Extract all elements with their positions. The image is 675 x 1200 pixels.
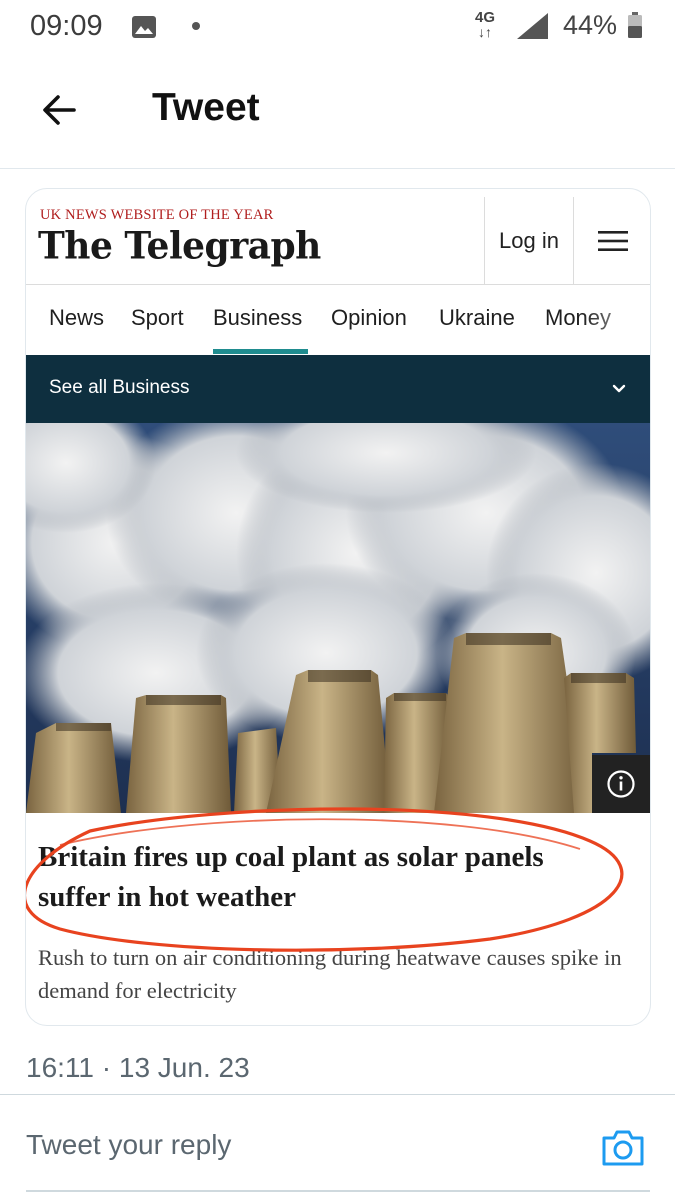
- see-all-label: See all Business: [49, 377, 190, 398]
- nav-sport[interactable]: Sport: [131, 305, 184, 331]
- app-header: Tweet: [0, 56, 675, 169]
- signal-icon: [517, 13, 548, 39]
- see-all-business-bar[interactable]: See all Business: [26, 355, 650, 423]
- camera-icon[interactable]: [600, 1128, 646, 1168]
- reply-bar: Tweet your reply: [0, 1094, 675, 1190]
- nav-ukraine[interactable]: Ukraine: [439, 305, 515, 331]
- nav-fade: [582, 285, 650, 355]
- telegraph-logo: The Telegraph: [38, 223, 321, 269]
- reply-underline: [26, 1190, 650, 1192]
- battery-percentage: 44%: [563, 10, 618, 40]
- chevron-down-icon: [612, 384, 626, 393]
- article-card[interactable]: UK NEWS WEBSITE OF THE YEAR The Telegrap…: [25, 188, 651, 1026]
- nav-news[interactable]: News: [49, 305, 104, 331]
- back-arrow-icon[interactable]: [38, 89, 80, 131]
- telegraph-header: UK NEWS WEBSITE OF THE YEAR The Telegrap…: [26, 189, 650, 285]
- article-headline[interactable]: Britain fires up coal plant as solar pan…: [38, 837, 578, 917]
- network-arrows-icon: ↓↑: [478, 24, 492, 40]
- article-standfirst: Rush to turn on air conditioning during …: [38, 945, 622, 1003]
- status-time: 09:09: [30, 10, 103, 42]
- tagline: UK NEWS WEBSITE OF THE YEAR: [40, 207, 274, 223]
- photo-info-button[interactable]: [592, 755, 650, 813]
- section-nav: News Sport Business Opinion Ukraine Mone…: [26, 285, 650, 355]
- article-photo-power-station: [26, 423, 650, 813]
- nav-business[interactable]: Business: [213, 305, 302, 331]
- network-type: 4G: [474, 9, 495, 26]
- status-bar: 09:09 4G ↓↑ 44%: [0, 0, 675, 56]
- page-title: Tweet: [152, 86, 260, 129]
- battery-icon: [628, 12, 642, 38]
- info-icon: [607, 770, 635, 798]
- active-tab-indicator: [213, 349, 308, 354]
- notification-dot-icon: [192, 22, 200, 30]
- hamburger-menu-icon: [598, 231, 628, 251]
- nav-opinion[interactable]: Opinion: [331, 305, 407, 331]
- gallery-icon: [132, 16, 156, 38]
- login-button[interactable]: Log in: [484, 197, 574, 285]
- reply-input[interactable]: Tweet your reply: [26, 1129, 566, 1161]
- tweet-timestamp: 16:11 · 13 Jun. 23: [26, 1052, 250, 1083]
- hamburger-menu-button[interactable]: [574, 197, 650, 285]
